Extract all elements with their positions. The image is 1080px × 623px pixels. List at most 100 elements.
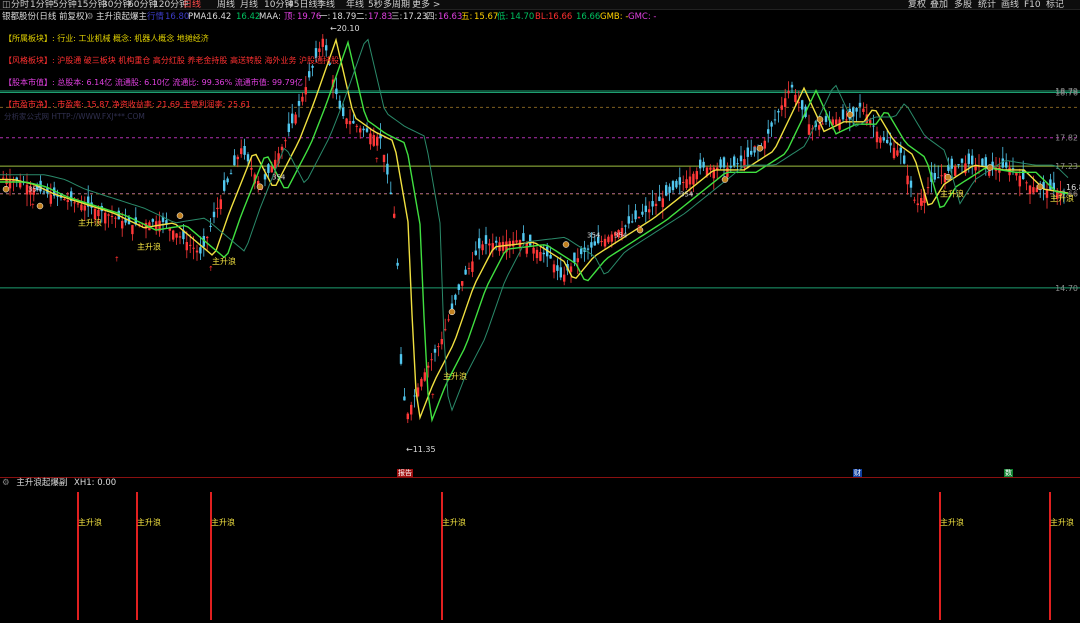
toolbar-button[interactable]: F10 [1024, 0, 1041, 10]
settings-icon[interactable]: ⚙ [86, 11, 94, 23]
sub-panel-title[interactable]: 主升浪起爆副 [16, 478, 67, 488]
candle-body [733, 156, 736, 166]
up-arrow-icon: ↑ [374, 157, 380, 165]
up-arrow-icon: ↑ [752, 145, 758, 153]
period-tab[interactable]: 年线 [346, 0, 364, 10]
sub-settings-icon[interactable]: ⚙ [2, 478, 10, 488]
indicator-info-bar: 银都股份(日线 前复权) ⚙ 主升浪起爆主 行情 16.80 PMA: 16.4… [0, 11, 1080, 23]
candle-body [246, 154, 250, 162]
coin-icon [2, 185, 10, 193]
kline-svg[interactable]: 18.7618.7917.8217.2316.6614.70←20.10←11.… [0, 23, 1080, 470]
candle-body [389, 192, 392, 195]
candle-body [637, 217, 641, 219]
candle-body [236, 156, 239, 160]
candle-body [406, 413, 409, 420]
candle-body [682, 181, 685, 183]
candle-body [49, 194, 52, 204]
period-tab[interactable]: 多周期 [383, 0, 410, 10]
candle-body [603, 238, 607, 247]
stock-title[interactable]: 银都股份(日线 前复权) [2, 11, 88, 23]
candle-body [580, 248, 583, 255]
signal-label: 主升浪 [940, 188, 964, 198]
toolbar-button[interactable]: 多股 [954, 0, 972, 10]
candle-body [593, 241, 596, 246]
toolbar-button[interactable]: 画线 [1001, 0, 1019, 10]
signal-bar-label: 主升浪 [940, 517, 964, 527]
sub-indicator-panel[interactable]: 主升浪 主升浪 主升浪 主升浪 主升浪 主升浪 [0, 478, 1080, 620]
marker-label: 354 [614, 231, 628, 239]
five-label: 五: [461, 12, 473, 22]
candle-body [399, 354, 403, 364]
toolbar-button[interactable]: 复权 [908, 0, 926, 10]
bl-value: 16.66 [548, 12, 573, 22]
up-arrow-icon: ↑ [30, 202, 36, 210]
candle-body [899, 147, 902, 153]
candle-body [240, 148, 243, 155]
candle-body [971, 155, 974, 165]
annotation-industry-tag: 【所属板块】: [4, 34, 55, 43]
candle-body [1001, 158, 1004, 168]
candle-body [807, 124, 811, 135]
candle-body [719, 159, 722, 168]
three-value: 17.23 [403, 12, 428, 22]
period-tab[interactable]: 季线 [317, 0, 335, 10]
signal-bar-label: 主升浪 [442, 517, 466, 527]
candle-body [484, 235, 488, 244]
candle-body [539, 252, 542, 261]
candle-body [563, 274, 566, 282]
candle-body [688, 176, 692, 185]
period-tab[interactable]: 周线 [217, 0, 235, 10]
top-value: 19.76 [297, 12, 322, 22]
candle-body [770, 122, 773, 127]
candle-body [427, 365, 430, 368]
candle-body [325, 45, 328, 51]
candle-body [780, 105, 783, 110]
data-badge[interactable]: 数 [1004, 469, 1013, 477]
candle-body [80, 204, 83, 211]
candle-body [226, 178, 229, 183]
candle-body [437, 346, 440, 348]
candle-body [233, 155, 236, 166]
gmb-value: GMB: - [600, 12, 629, 22]
coin-icon [846, 111, 854, 118]
candle-body [889, 142, 892, 146]
period-tab[interactable]: 45日线 [288, 0, 317, 10]
price-value: 16.80 [165, 12, 190, 22]
toolbar-button[interactable]: 统计 [978, 0, 996, 10]
period-tab[interactable]: 更多 > [412, 0, 440, 10]
marker-label: 354 [272, 174, 286, 182]
price-axis-label: 18.79 [1055, 87, 1078, 96]
candle-body [872, 125, 875, 127]
candle-body [114, 217, 117, 219]
period-tab[interactable]: 日线 [183, 0, 201, 10]
candle-body [423, 372, 426, 381]
period-tab[interactable]: 5分钟 [53, 0, 77, 10]
toolbar-button[interactable]: 标记 [1046, 0, 1064, 10]
candle-body [223, 180, 226, 191]
candle-body [644, 205, 647, 212]
candle-body [403, 396, 406, 401]
candle-body [365, 128, 369, 132]
candle-body [461, 281, 464, 286]
up-arrow-icon: ↑ [114, 255, 120, 263]
candle-body [433, 348, 437, 353]
candle-body [729, 165, 732, 168]
up-arrow-icon: ↑ [636, 224, 642, 232]
period-tab[interactable]: 分时 [11, 0, 29, 10]
period-tab[interactable]: 5秒 [368, 0, 383, 10]
indicator-name[interactable]: 主升浪起爆主 [96, 11, 147, 23]
candle-body [355, 125, 358, 127]
candle-body [736, 163, 739, 165]
candle-body [879, 137, 882, 143]
finance-badge[interactable]: 财 [853, 469, 862, 477]
candle-body [359, 128, 362, 133]
period-tab[interactable]: 月线 [240, 0, 258, 10]
report-badge[interactable]: 报告 [397, 469, 413, 477]
candle-body [529, 234, 532, 246]
grid-icon[interactable]: ◫ [2, 0, 11, 10]
four-label: 四: [426, 12, 438, 22]
candle-body [151, 219, 154, 222]
period-tab[interactable]: 1分钟 [30, 0, 54, 10]
toolbar-button[interactable]: 叠加 [930, 0, 948, 10]
main-kline-chart[interactable]: 18.76 18.79 17.82 17.23 16.66 14.70 ←20.10 ←11.… [0, 23, 1080, 470]
